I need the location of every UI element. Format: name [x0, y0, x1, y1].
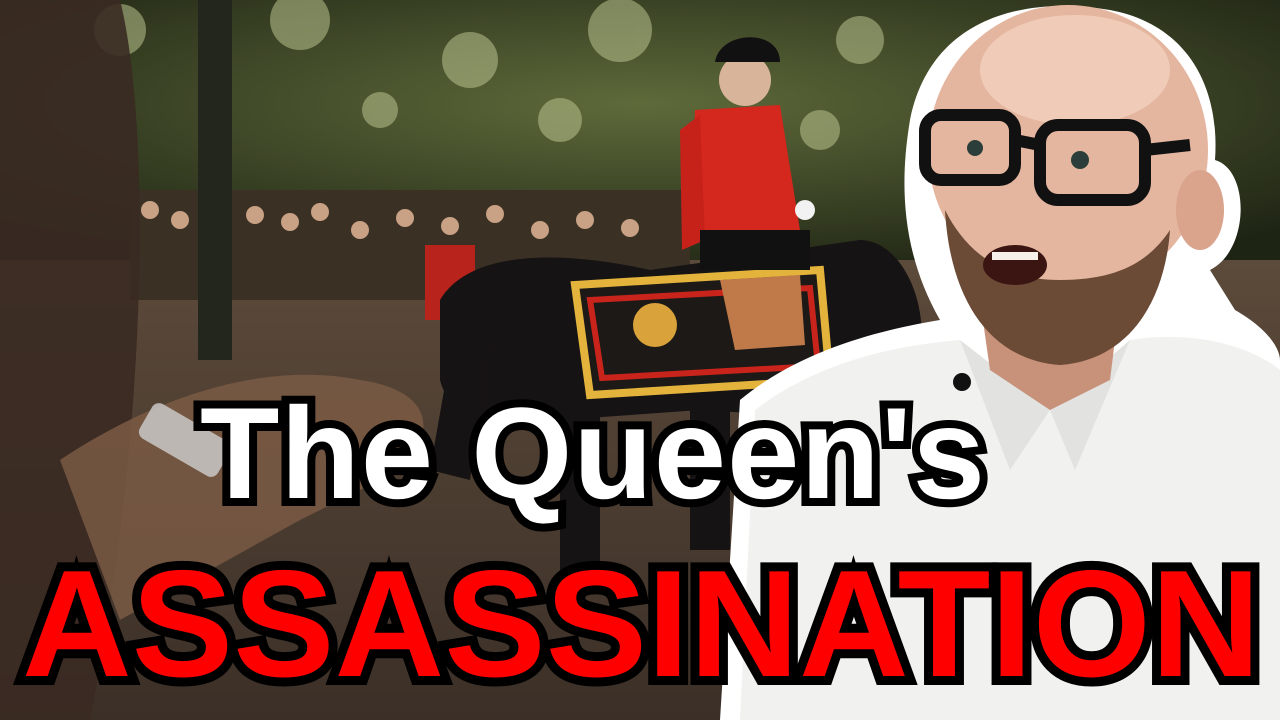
- title-line-1: The Queen's: [192, 380, 993, 526]
- title-line-2: ASSASSINATION: [13, 539, 1270, 709]
- thumbnail: The Queen's ASSASSINATION: [0, 0, 1280, 720]
